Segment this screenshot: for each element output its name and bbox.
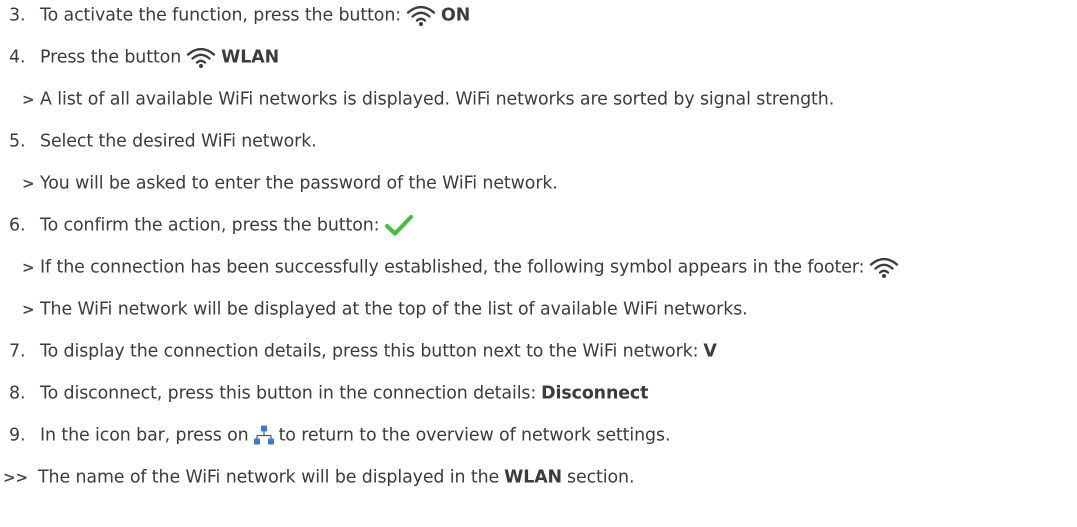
step-number: 9.	[9, 425, 26, 446]
result-text: A list of all available WiFi networks is…	[40, 89, 835, 110]
instruction-document: 3. To activate the function, press the b…	[0, 0, 1077, 527]
button-label-wlan: WLAN	[221, 47, 280, 68]
result-marker: >	[22, 90, 35, 109]
step-text-before: In the icon bar, press on	[40, 425, 249, 446]
step-5: 5. Select the desired WiFi network.	[0, 126, 1077, 158]
checkmark-icon	[385, 215, 414, 236]
step-text-after: to return to the overview of network set…	[278, 425, 671, 446]
result-text: The WiFi network will be displayed at th…	[40, 299, 748, 320]
step-number: 4.	[9, 47, 26, 68]
button-label-on: ON	[441, 5, 471, 26]
step-6: 6. To confirm the action, press the butt…	[0, 210, 1077, 242]
result-marker: >	[22, 258, 35, 277]
step-3: 3. To activate the function, press the b…	[0, 0, 1077, 32]
button-label-disconnect: Disconnect	[541, 383, 649, 404]
step-text: To disconnect, press this button in the …	[40, 383, 537, 404]
button-label-v: V	[703, 341, 717, 362]
result-marker: >	[22, 300, 35, 319]
step-text: Select the desired WiFi network.	[40, 131, 317, 152]
step-9: 9. In the icon bar, press on to return t…	[0, 420, 1077, 452]
step-number: 3.	[9, 5, 26, 26]
final-result-marker: >>	[3, 468, 28, 487]
result-password-prompt: > You will be asked to enter the passwor…	[0, 168, 1077, 200]
final-text-after: section.	[567, 467, 635, 488]
step-4: 4. Press the button WLAN	[0, 42, 1077, 74]
step-number: 6.	[9, 215, 26, 236]
step-number: 5.	[9, 131, 26, 152]
step-8: 8. To disconnect, press this button in t…	[0, 378, 1077, 410]
step-number: 8.	[9, 383, 26, 404]
result-list-displayed: > A list of all available WiFi networks …	[0, 84, 1077, 116]
wifi-icon	[186, 47, 216, 69]
network-icon	[253, 425, 274, 445]
step-7: 7. To display the connection details, pr…	[0, 336, 1077, 368]
result-marker: >	[22, 174, 35, 193]
step-text: To confirm the action, press the button:	[40, 215, 380, 236]
final-result: >> The name of the WiFi network will be …	[0, 462, 1077, 494]
final-text-before: The name of the WiFi network will be dis…	[38, 467, 500, 488]
step-text: To display the connection details, press…	[40, 341, 699, 362]
step-number: 7.	[9, 341, 26, 362]
section-label-wlan: WLAN	[504, 467, 563, 488]
step-text: To activate the function, press the butt…	[40, 5, 402, 26]
step-text: Press the button	[40, 47, 182, 68]
result-text: If the connection has been successfully …	[40, 257, 865, 278]
result-network-top-of-list: > The WiFi network will be displayed at …	[0, 294, 1077, 326]
result-connection-established: > If the connection has been successfull…	[0, 252, 1077, 284]
wifi-icon	[406, 5, 436, 27]
result-text: You will be asked to enter the password …	[40, 173, 558, 194]
wifi-icon	[870, 257, 899, 279]
